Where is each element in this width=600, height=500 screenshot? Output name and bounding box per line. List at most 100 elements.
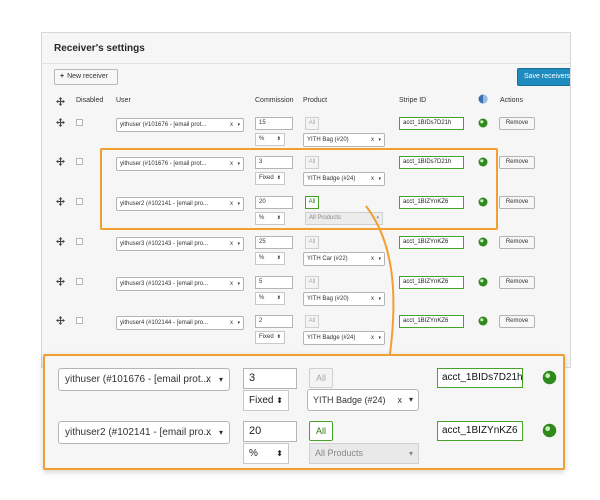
remove-button[interactable]: Remove — [499, 196, 535, 209]
stripe-id-input[interactable]: acct_1BIDs7D21h — [399, 117, 464, 130]
all-products-toggle[interactable]: All — [309, 368, 333, 388]
commission-input[interactable]: 2 — [255, 315, 293, 328]
globe-icon — [478, 277, 488, 287]
clear-icon[interactable]: x — [230, 119, 233, 131]
commission-type-value: Fixed — [249, 395, 274, 406]
zoomed-detail-panel: yithuser (#101676 - [email prot... x ▾ 3 F… — [43, 354, 565, 470]
move-arrows-icon[interactable] — [56, 277, 65, 286]
disabled-checkbox[interactable] — [76, 119, 83, 126]
column-header-user: User — [116, 97, 131, 104]
plus-icon: + — [60, 73, 65, 80]
all-products-toggle[interactable]: All — [309, 421, 333, 441]
product-value: All Products — [315, 448, 364, 458]
chevron-down-icon: ▾ — [218, 375, 223, 384]
user-select[interactable]: yithuser2 (#102141 - [email pro... x ▾ — [58, 421, 230, 444]
stripe-id-input[interactable]: acct_1BIZYnKZ6 — [399, 315, 464, 328]
disabled-checkbox[interactable] — [76, 158, 83, 165]
chevron-down-icon: ▾ — [378, 256, 381, 262]
clear-icon[interactable]: x — [206, 422, 211, 443]
clear-icon[interactable]: x — [230, 278, 233, 290]
column-header-stripe-id: Stripe ID — [399, 97, 427, 104]
product-select[interactable]: YITH Badge (#24) x ▾ — [307, 389, 419, 411]
remove-button[interactable]: Remove — [499, 315, 535, 328]
column-header-actions: Actions — [500, 97, 523, 104]
remove-button[interactable]: Remove — [499, 236, 535, 249]
user-value: yithuser3 (#102143 - [email pro... — [120, 281, 209, 287]
all-products-toggle[interactable]: All — [305, 276, 319, 289]
disabled-checkbox[interactable] — [76, 278, 83, 285]
remove-button[interactable]: Remove — [499, 117, 535, 130]
chevron-down-icon: ▾ — [237, 122, 240, 128]
commission-input[interactable]: 15 — [255, 117, 293, 130]
user-select[interactable]: yithuser (#101676 - [email prot... x ▾ — [116, 118, 244, 132]
user-select[interactable]: yithuser4 (#102144 - [email pro... x ▾ — [116, 316, 244, 330]
commission-type-select[interactable]: % ⬍ — [243, 443, 289, 464]
commission-type-value: Fixed — [259, 334, 274, 340]
commission-type-select[interactable]: % ⬍ — [255, 252, 285, 265]
all-products-toggle[interactable]: All — [305, 236, 319, 249]
save-receivers-button[interactable]: Save receivers — [517, 68, 570, 86]
spinner-icon: ⬍ — [276, 255, 281, 261]
disabled-checkbox[interactable] — [76, 198, 83, 205]
highlight-frame — [100, 148, 498, 230]
all-products-toggle[interactable]: All — [305, 315, 319, 328]
commission-type-select[interactable]: Fixed ⬍ — [255, 331, 285, 344]
user-select[interactable]: yithuser3 (#102143 - [email pro... x ▾ — [116, 237, 244, 251]
stripe-id-input[interactable]: acct_1BIZYnKZ6 — [399, 236, 464, 249]
product-select[interactable]: YITH Car (#22) x ▾ — [303, 252, 385, 266]
commission-input[interactable]: 20 — [243, 421, 297, 442]
new-receiver-button[interactable]: + New receiver — [54, 69, 118, 85]
remove-button[interactable]: Remove — [499, 156, 535, 169]
commission-type-value: % — [259, 136, 265, 142]
user-value: yithuser (#101676 - [email prot... — [65, 374, 209, 385]
commission-type-select[interactable]: % ⬍ — [255, 133, 285, 146]
chevron-down-icon: ▾ — [237, 281, 240, 287]
clear-icon[interactable]: x — [230, 317, 233, 329]
clear-icon[interactable]: x — [371, 253, 374, 265]
clear-icon[interactable]: x — [230, 238, 233, 250]
column-header-commission: Commission — [255, 97, 294, 104]
globe-icon — [542, 370, 557, 385]
commission-input[interactable]: 3 — [243, 368, 297, 389]
all-products-toggle[interactable]: All — [305, 117, 319, 130]
product-select[interactable]: YITH Bag (#20) x ▾ — [303, 292, 385, 306]
user-value: yithuser3 (#102143 - [email pro... — [120, 241, 209, 247]
stripe-id-input[interactable]: acct_1BIDs7D21h — [437, 368, 523, 388]
stripe-id-input[interactable]: acct_1BIZYnKZ6 — [399, 276, 464, 289]
product-select[interactable]: YITH Badge (#24) x ▾ — [303, 331, 385, 345]
disabled-checkbox[interactable] — [76, 238, 83, 245]
product-value: YITH Badge (#24) — [307, 335, 356, 341]
move-arrows-icon[interactable] — [56, 316, 65, 325]
clear-icon[interactable]: x — [371, 134, 374, 146]
commission-type-select[interactable]: % ⬍ — [255, 292, 285, 305]
globe-icon — [478, 94, 488, 104]
product-select[interactable]: YITH Bag (#20) x ▾ — [303, 133, 385, 147]
clear-icon[interactable]: x — [398, 390, 403, 410]
commission-input[interactable]: 25 — [255, 236, 293, 249]
disabled-checkbox[interactable] — [76, 317, 83, 324]
commission-input[interactable]: 5 — [255, 276, 293, 289]
globe-icon — [478, 118, 488, 128]
stripe-id-input[interactable]: acct_1BIZYnKZ6 — [437, 421, 523, 441]
chevron-down-icon: ▾ — [237, 241, 240, 247]
globe-icon — [478, 316, 488, 326]
remove-button[interactable]: Remove — [499, 276, 535, 289]
globe-icon — [542, 423, 557, 438]
chevron-down-icon: ▾ — [378, 137, 381, 143]
spinner-icon: ⬍ — [276, 334, 281, 340]
clear-icon[interactable]: x — [206, 369, 211, 390]
move-arrows-icon[interactable] — [56, 118, 65, 127]
product-value: YITH Bag (#20) — [307, 137, 349, 143]
user-select[interactable]: yithuser3 (#102143 - [email pro... x ▾ — [116, 277, 244, 291]
spinner-icon: ⬍ — [276, 396, 283, 405]
clear-icon[interactable]: x — [371, 293, 374, 305]
move-arrows-icon[interactable] — [56, 197, 65, 206]
clear-icon[interactable]: x — [371, 332, 374, 344]
spinner-icon: ⬍ — [276, 449, 283, 458]
user-select[interactable]: yithuser (#101676 - [email prot... x ▾ — [58, 368, 230, 391]
product-select-disabled: All Products ▾ — [309, 443, 419, 464]
commission-type-select[interactable]: Fixed ⬍ — [243, 390, 289, 411]
commission-type-value: % — [259, 255, 265, 261]
move-arrows-icon[interactable] — [56, 157, 65, 166]
move-arrows-icon[interactable] — [56, 237, 65, 246]
